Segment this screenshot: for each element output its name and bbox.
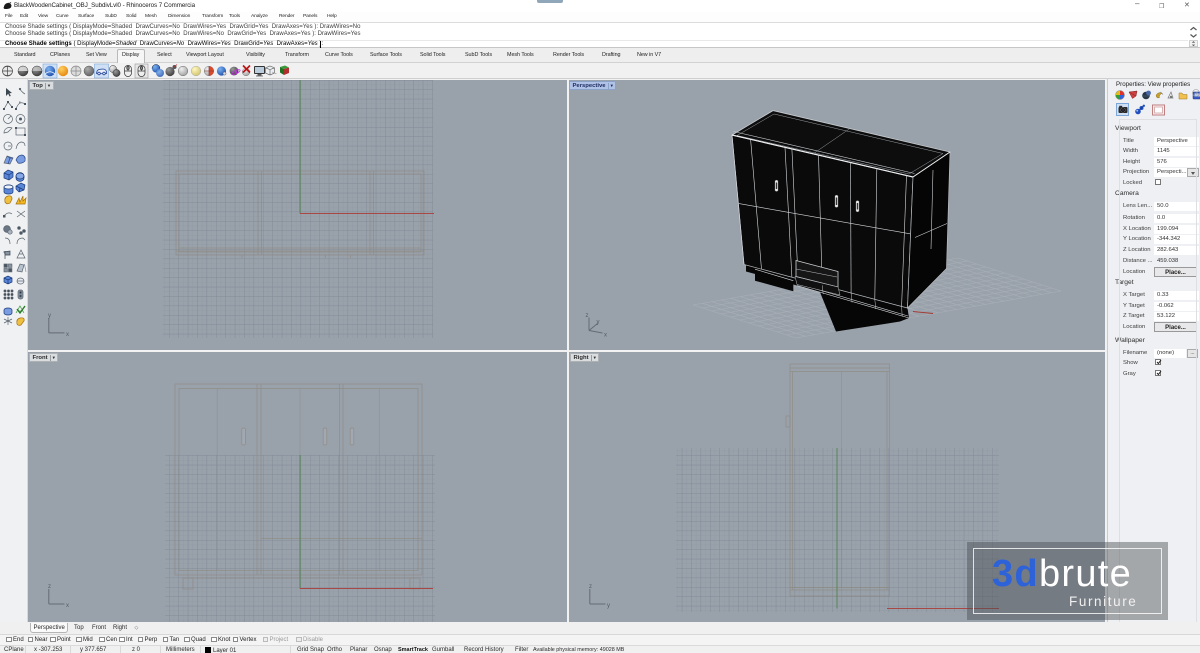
svg-text:z: z — [589, 584, 592, 590]
svg-text:x: x — [66, 332, 69, 338]
svg-text:y: y — [597, 320, 600, 326]
svg-text:z: z — [586, 313, 589, 319]
svg-text:y: y — [607, 603, 610, 609]
svg-text:z: z — [48, 584, 51, 590]
svg-text:x: x — [66, 603, 69, 609]
svg-text:x: x — [604, 333, 607, 339]
svg-text:y: y — [48, 313, 51, 319]
